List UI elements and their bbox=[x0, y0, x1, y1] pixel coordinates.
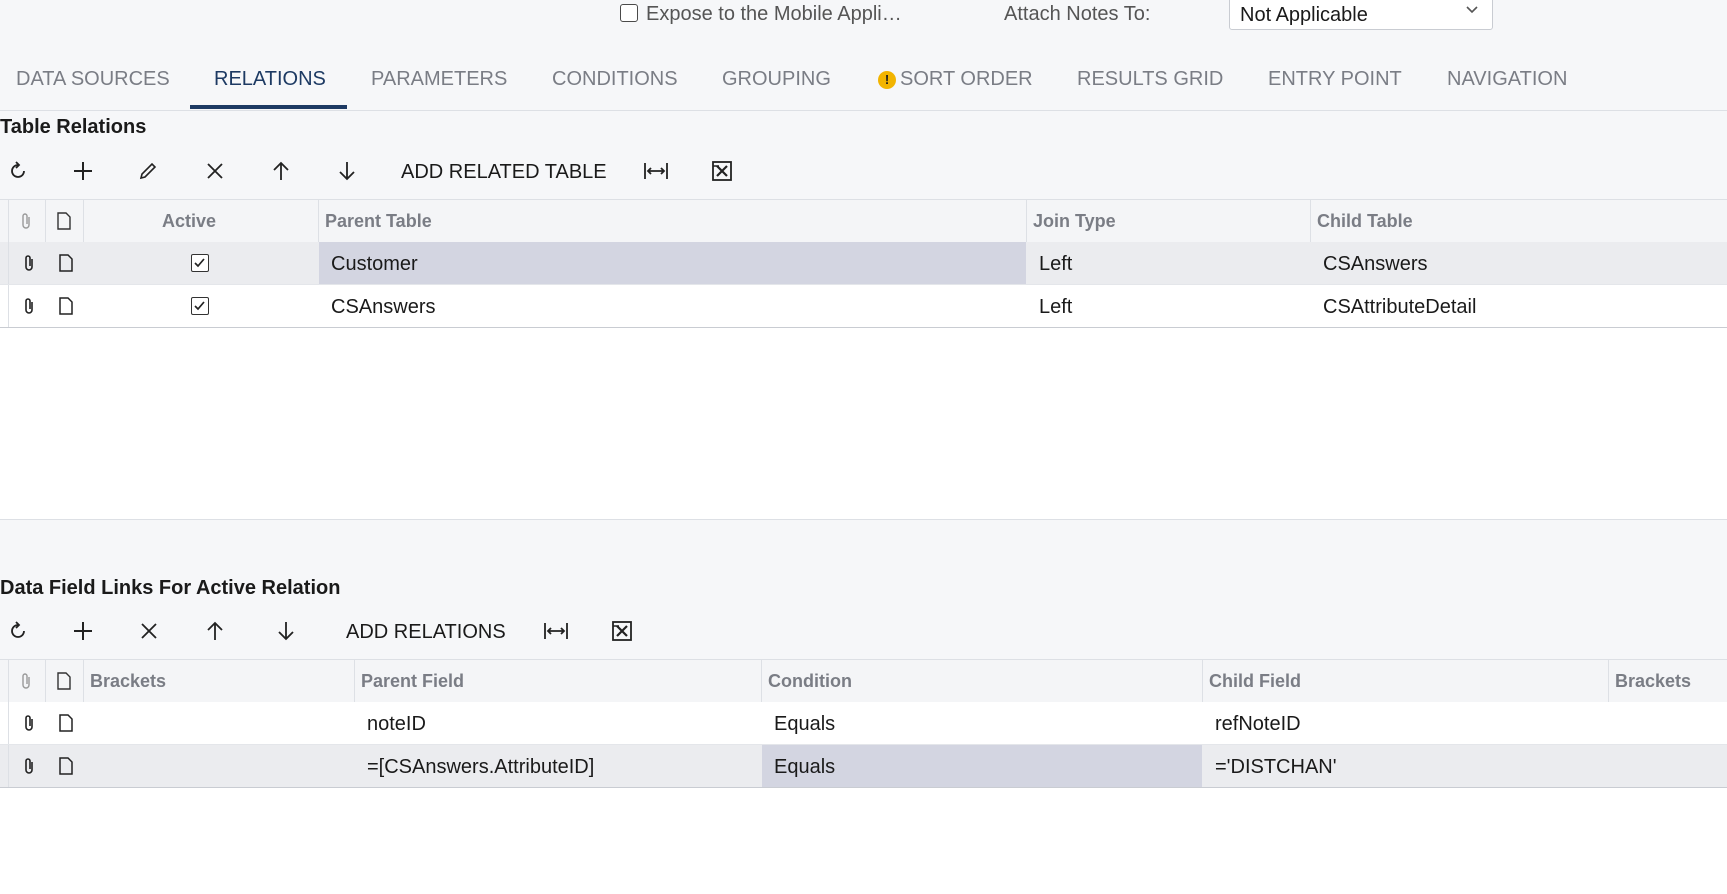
tab-conditions[interactable]: CONDITIONS bbox=[552, 68, 678, 91]
note-icon[interactable] bbox=[58, 254, 74, 277]
add-related-table-button[interactable]: ADD RELATED TABLE bbox=[401, 161, 607, 184]
tab-bar: DATA SOURCES RELATIONS PARAMETERS CONDIT… bbox=[0, 42, 1727, 111]
warning-icon: ! bbox=[878, 70, 896, 89]
tab-results-grid[interactable]: RESULTS GRID bbox=[1077, 68, 1223, 91]
table-row[interactable]: Customer Left CSAnswers bbox=[0, 242, 1727, 285]
plus-icon bbox=[74, 622, 92, 640]
attachment-icon bbox=[19, 212, 33, 235]
cell-child-table[interactable]: CSAnswers bbox=[1323, 253, 1427, 276]
attachment-icon bbox=[19, 672, 33, 695]
edit-button[interactable] bbox=[130, 153, 166, 189]
cell-condition[interactable]: Equals bbox=[774, 713, 835, 736]
tab-data-sources[interactable]: DATA SOURCES bbox=[16, 68, 170, 91]
fit-columns-button[interactable] bbox=[538, 613, 574, 649]
table-row[interactable]: CSAnswers Left CSAttributeDetail bbox=[0, 285, 1727, 328]
add-row-button[interactable] bbox=[65, 613, 101, 649]
header-active[interactable]: Active bbox=[162, 211, 216, 232]
table-relations-header-band bbox=[0, 111, 1727, 199]
note-icon bbox=[56, 672, 72, 695]
arrow-up-icon bbox=[207, 621, 223, 640]
header-child-table[interactable]: Child Table bbox=[1317, 211, 1413, 232]
table-row[interactable]: noteID Equals refNoteID bbox=[0, 702, 1727, 745]
close-icon bbox=[141, 623, 157, 639]
close-icon bbox=[207, 163, 223, 179]
refresh-icon bbox=[11, 161, 25, 178]
cell-child-field[interactable]: refNoteID bbox=[1215, 713, 1301, 736]
active-tab-indicator bbox=[190, 105, 347, 109]
attach-notes-select[interactable]: Not Applicable bbox=[1229, 0, 1493, 30]
refresh-icon bbox=[11, 621, 25, 638]
attach-notes-label: Attach Notes To: bbox=[1004, 3, 1151, 25]
relations-grid-header: Active Parent Table Join Type Child Tabl… bbox=[0, 199, 1727, 243]
move-up-button[interactable] bbox=[197, 613, 233, 649]
excel-icon bbox=[712, 161, 732, 181]
pencil-icon bbox=[139, 162, 157, 180]
selected-cell-highlight bbox=[319, 242, 1026, 284]
active-checkbox[interactable] bbox=[191, 297, 209, 315]
checkmark-icon bbox=[194, 301, 205, 311]
tab-navigation[interactable]: NAVIGATION bbox=[1447, 68, 1567, 91]
tab-entry-point[interactable]: ENTRY POINT bbox=[1268, 68, 1402, 91]
arrow-down-icon bbox=[278, 622, 294, 641]
cell-join-type[interactable]: Left bbox=[1039, 253, 1072, 276]
cell-condition[interactable]: Equals bbox=[774, 756, 835, 779]
add-row-button[interactable] bbox=[65, 153, 101, 189]
export-excel-button[interactable] bbox=[604, 613, 640, 649]
cell-parent-table[interactable]: Customer bbox=[331, 253, 418, 276]
arrow-up-icon bbox=[273, 161, 289, 180]
note-icon[interactable] bbox=[58, 714, 74, 737]
attachment-icon[interactable] bbox=[22, 297, 36, 320]
active-checkbox[interactable] bbox=[191, 254, 209, 272]
header-condition[interactable]: Condition bbox=[768, 671, 852, 692]
delete-button[interactable] bbox=[197, 153, 233, 189]
cell-child-table[interactable]: CSAttributeDetail bbox=[1323, 296, 1476, 319]
attach-notes-value: Not Applicable bbox=[1240, 4, 1368, 26]
export-excel-button[interactable] bbox=[704, 153, 740, 189]
header-parent-table[interactable]: Parent Table bbox=[325, 211, 432, 232]
fit-width-icon bbox=[644, 163, 668, 179]
checkbox-unchecked-icon bbox=[620, 4, 638, 22]
fit-width-icon bbox=[544, 623, 568, 639]
cell-parent-field[interactable]: noteID bbox=[367, 713, 426, 736]
fit-columns-button[interactable] bbox=[638, 153, 674, 189]
cell-join-type[interactable]: Left bbox=[1039, 296, 1072, 319]
note-icon[interactable] bbox=[58, 297, 74, 320]
move-down-button[interactable] bbox=[268, 613, 304, 649]
note-icon[interactable] bbox=[58, 757, 74, 780]
excel-icon bbox=[612, 621, 632, 641]
attachment-icon[interactable] bbox=[22, 714, 36, 737]
expose-mobile-checkbox[interactable] bbox=[620, 4, 638, 27]
refresh-button[interactable] bbox=[0, 613, 36, 649]
cell-child-field[interactable]: ='DISTCHAN' bbox=[1215, 756, 1337, 779]
tab-sort-order[interactable]: ! SORT ORDER bbox=[878, 68, 1033, 91]
tab-grouping[interactable]: GROUPING bbox=[722, 68, 831, 91]
splitter-band[interactable] bbox=[0, 519, 1727, 563]
note-icon bbox=[56, 212, 72, 235]
header-child-field[interactable]: Child Field bbox=[1209, 671, 1301, 692]
move-down-button[interactable] bbox=[329, 153, 365, 189]
delete-button[interactable] bbox=[131, 613, 167, 649]
header-brackets-close[interactable]: Brackets bbox=[1615, 671, 1691, 692]
section-title-table-relations: Table Relations bbox=[0, 116, 147, 138]
checkmark-icon bbox=[194, 258, 205, 268]
tab-relations[interactable]: RELATIONS bbox=[214, 68, 326, 91]
cell-parent-field[interactable]: =[CSAnswers.AttributeID] bbox=[367, 756, 594, 779]
arrow-down-icon bbox=[339, 162, 355, 181]
refresh-button[interactable] bbox=[0, 153, 36, 189]
attachment-icon[interactable] bbox=[22, 254, 36, 277]
plus-icon bbox=[74, 162, 92, 180]
header-brackets-open[interactable]: Brackets bbox=[90, 671, 166, 692]
attachment-icon[interactable] bbox=[22, 757, 36, 780]
chevron-down-icon bbox=[1464, 1, 1480, 22]
field-links-grid-header: Brackets Parent Field Condition Child Fi… bbox=[0, 659, 1727, 703]
move-up-button[interactable] bbox=[263, 153, 299, 189]
add-relations-button[interactable]: ADD RELATIONS bbox=[346, 621, 506, 644]
cell-parent-table[interactable]: CSAnswers bbox=[331, 296, 435, 319]
section-title-field-links: Data Field Links For Active Relation bbox=[0, 577, 341, 599]
expose-mobile-label: Expose to the Mobile Appli… bbox=[646, 3, 902, 25]
header-join-type[interactable]: Join Type bbox=[1033, 211, 1116, 232]
table-row[interactable]: =[CSAnswers.AttributeID] Equals ='DISTCH… bbox=[0, 745, 1727, 788]
tab-parameters[interactable]: PARAMETERS bbox=[371, 68, 507, 91]
header-parent-field[interactable]: Parent Field bbox=[361, 671, 464, 692]
